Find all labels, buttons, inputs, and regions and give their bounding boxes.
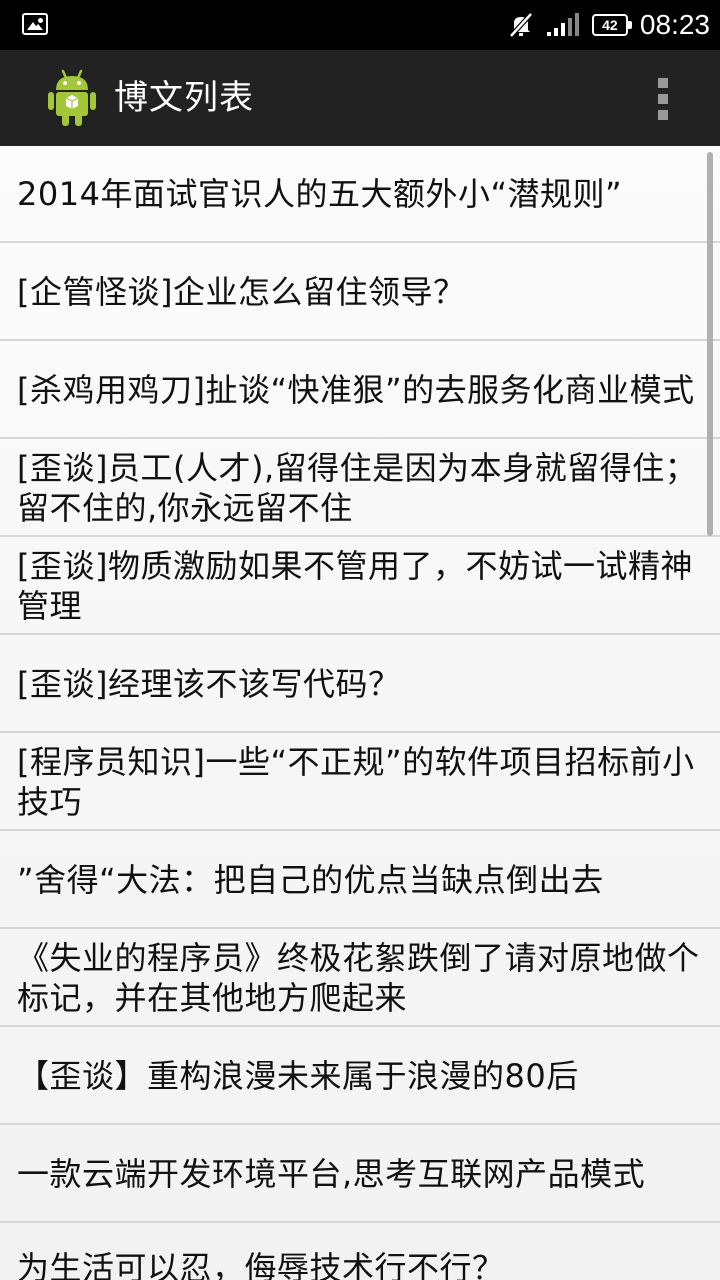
list-item-title: [程序员知识]一些“不正规”的软件项目招标前小技巧 [17,742,695,821]
page-title: 博文列表 [114,78,254,118]
list-item[interactable]: ”舍得“大法：把自己的优点当缺点倒出去 [0,832,720,929]
list-item[interactable]: [程序员知识]一些“不正规”的软件项目招标前小技巧 [0,734,720,831]
list-item[interactable]: 为生活可以忍，侮辱技术行不行？ [0,1224,720,1280]
list-item-title: ”舍得“大法：把自己的优点当缺点倒出去 [17,860,604,899]
list-item-title: 2014年面试官识人的五大额外小“潜规则” [17,174,623,213]
overflow-menu-icon[interactable] [656,78,670,120]
list-item-title: 《失业的程序员》终极花絮跌倒了请对原地做个标记，并在其他地方爬起来 [17,938,700,1017]
list-item-title: 一款云端开发环境平台,思考互联网产品模式 [17,1154,646,1193]
list-item[interactable]: 《失业的程序员》终极花絮跌倒了请对原地做个标记，并在其他地方爬起来 [0,930,720,1027]
list-item[interactable]: 2014年面试官识人的五大额外小“潜规则” [0,146,720,243]
list-item[interactable]: [歪谈]经理该不该写代码？ [0,636,720,733]
scrollbar[interactable] [707,152,713,536]
mute-icon [509,12,533,38]
blog-list[interactable]: 2014年面试官识人的五大额外小“潜规则” [企管怪谈]企业怎么留住领导？ [杀… [0,146,720,1280]
list-item-title: [杀鸡用鸡刀]扯谈“快准狠”的去服务化商业模式 [17,370,695,409]
list-item[interactable]: [企管怪谈]企业怎么留住领导？ [0,244,720,341]
battery-level: 42 [602,17,618,33]
list-item[interactable]: 一款云端开发环境平台,思考互联网产品模式 [0,1126,720,1223]
signal-icon [546,13,579,36]
list-item-title: 【歪谈】重构浪漫未来属于浪漫的80后 [17,1056,579,1095]
status-bar: 42 08:23 [0,0,720,50]
list-item-title: [企管怪谈]企业怎么留住领导？ [17,272,466,311]
list-item[interactable]: [歪谈]物质激励如果不管用了，不妨试一试精神管理 [0,538,720,635]
list-item[interactable]: [杀鸡用鸡刀]扯谈“快准狠”的去服务化商业模式 [0,342,720,439]
image-notification-icon [22,13,48,35]
list-item-title: 为生活可以忍，侮辱技术行不行？ [17,1249,505,1280]
battery-icon: 42 [591,14,632,36]
list-item-title: [歪谈]物质激励如果不管用了，不妨试一试精神管理 [17,546,693,625]
list-item[interactable]: [歪谈]员工(人才),留得住是因为本身就留得住；留不住的,你永远留不住 [0,440,720,537]
list-item-title: [歪谈]经理该不该写代码？ [17,664,401,703]
clock: 08:23 [639,9,710,40]
list-item[interactable]: 【歪谈】重构浪漫未来属于浪漫的80后 [0,1028,720,1125]
status-icons: 42 08:23 [508,0,710,50]
action-bar: 博文列表 [0,50,720,146]
android-app-icon[interactable] [46,68,98,128]
list-item-title: [歪谈]员工(人才),留得住是因为本身就留得住；留不住的,你永远留不住 [17,448,698,527]
